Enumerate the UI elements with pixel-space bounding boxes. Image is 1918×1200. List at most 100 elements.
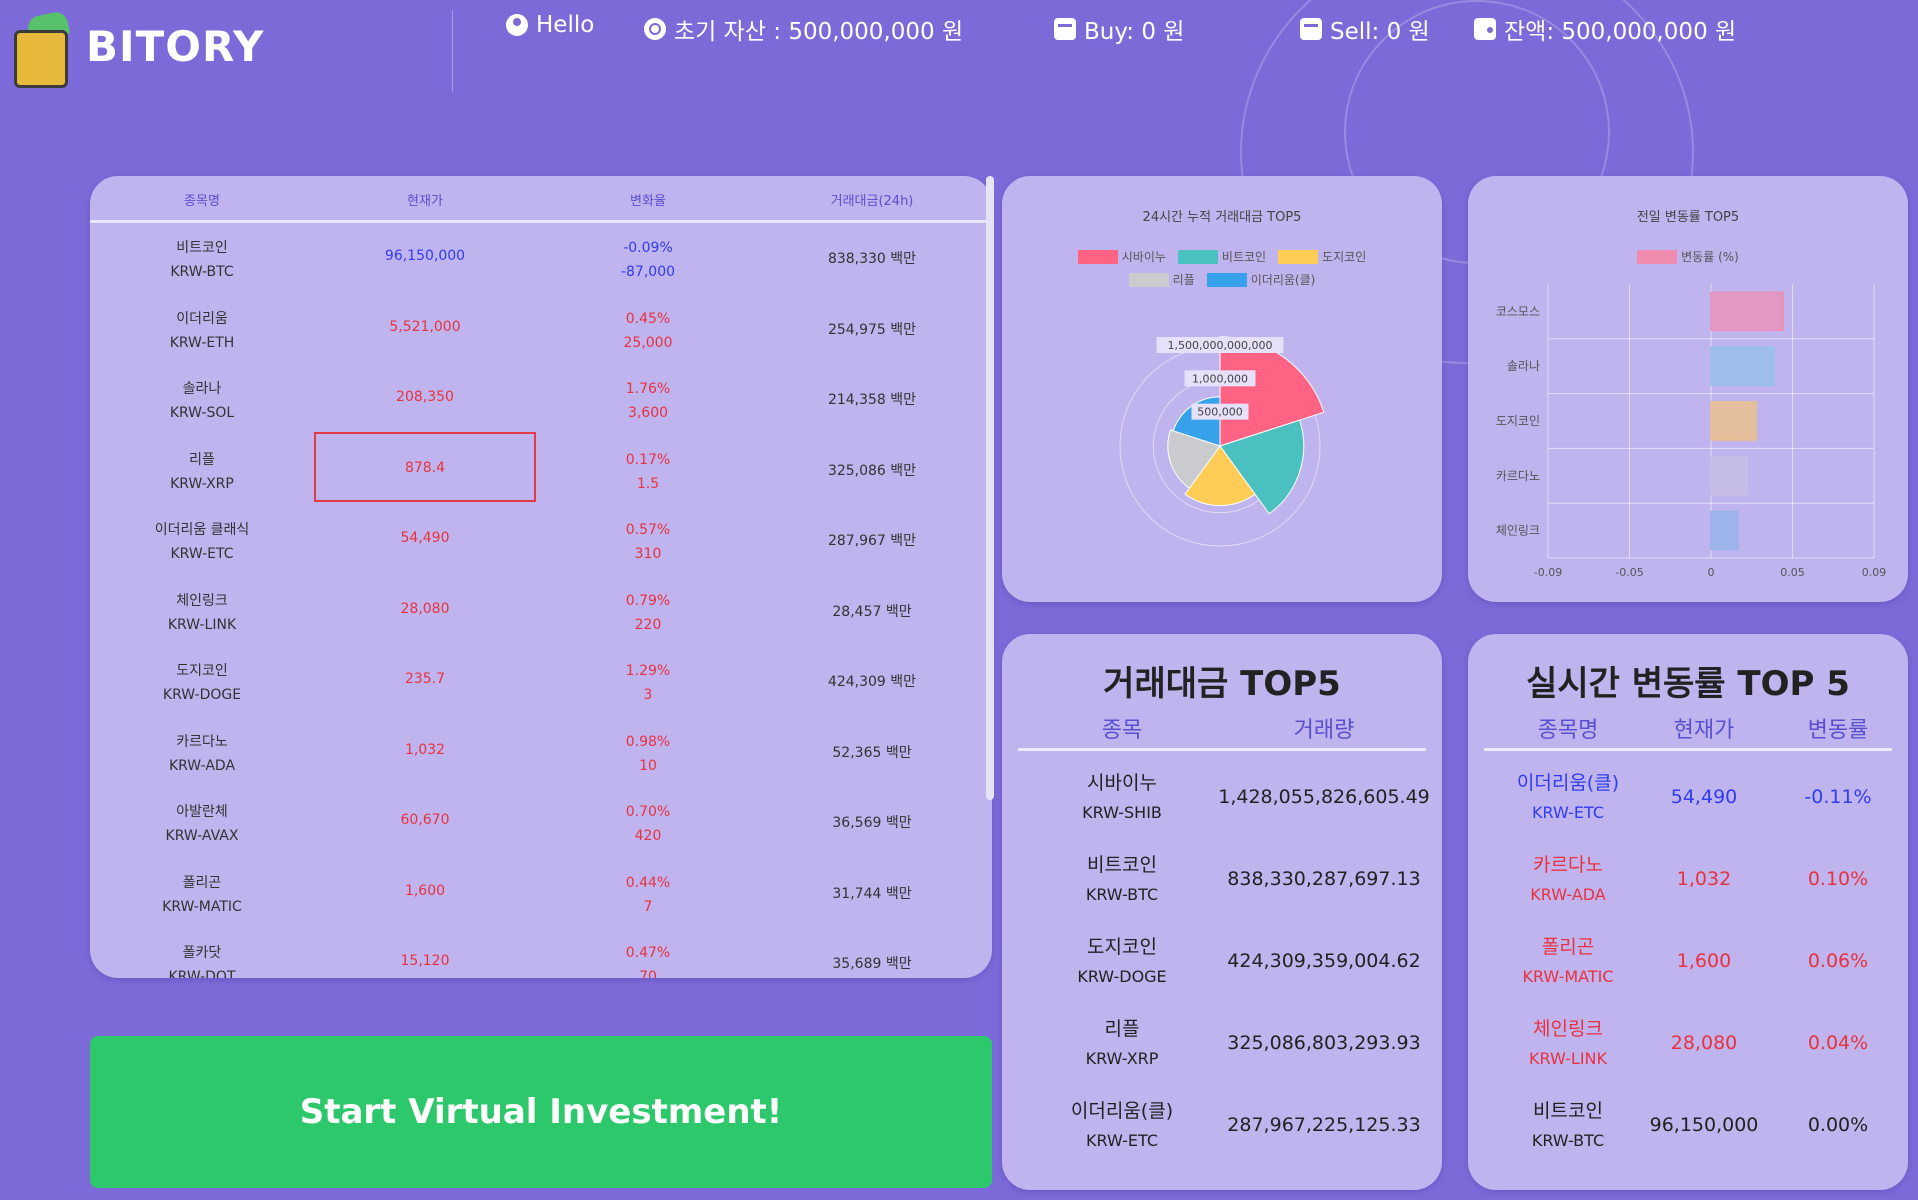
table-row[interactable]: 이더리움 KRW-ETH 5,521,000 0.45% 25,000 254,…: [90, 297, 992, 367]
y-category-label: 코스모스: [1496, 304, 1540, 318]
coin-korean-name: 폴리곤: [182, 874, 222, 891]
coin-change: -0.09% -87,000: [621, 236, 675, 284]
trade-volume: 838,330,287,697.13: [1227, 868, 1421, 890]
table-row[interactable]: 솔라나 KRW-SOL 208,350 1.76% 3,600 214,358 …: [90, 367, 992, 437]
coin-volume: 52,365 백만: [832, 744, 912, 761]
coin-code: KRW-LINK: [1529, 1049, 1607, 1068]
coin-code: KRW-DOT: [168, 969, 236, 978]
list-item[interactable]: 리플 KRW-XRP 325,086,803,293.93: [1018, 1004, 1426, 1086]
top-change-header: 종목명 현재가 변동률: [1484, 712, 1892, 751]
change-rate: -0.11%: [1804, 786, 1872, 808]
coin-code: KRW-ETC: [170, 546, 234, 562]
user-greeting: Hello: [506, 12, 594, 38]
list-item[interactable]: 이더리움(클) KRW-ETC 287,967,225,125.33: [1018, 1086, 1426, 1168]
sell-total: Sell: 0 원: [1300, 12, 1430, 46]
change-diff: 25,000: [623, 334, 673, 351]
coin-korean-name: 체인링크: [176, 592, 228, 609]
coin-change: 0.17% 1.5: [626, 448, 670, 496]
change-rate: 0.04%: [1807, 1032, 1869, 1054]
change-diff: 70: [639, 969, 657, 978]
change-diff: 220: [634, 616, 662, 633]
hello-text: Hello: [536, 12, 595, 38]
coin-korean-name: 리플: [189, 451, 215, 468]
col-price[interactable]: 현재가: [407, 190, 443, 209]
table-row[interactable]: 폴리곤 KRW-MATIC 1,600 0.44% 7 31,744 백만: [90, 861, 992, 931]
list-item[interactable]: 도지코인 KRW-DOGE 424,309,359,004.62: [1018, 922, 1426, 1004]
change-diff: 1.5: [636, 475, 660, 492]
coin-name: 체인링크 KRW-LINK: [1529, 1012, 1607, 1072]
col-name[interactable]: 종목명: [184, 190, 220, 209]
bar-chart: -0.09 -0.05 0 0.05 0.09 코스모스솔라나도지코인카르다노체인링크: [1496, 284, 1886, 579]
table-row[interactable]: 이더리움 클래식 KRW-ETC 54,490 0.57% 310 287,96…: [90, 508, 992, 578]
list-item[interactable]: 시바이누 KRW-SHIB 1,428,055,826,605.49: [1018, 758, 1430, 840]
table-row[interactable]: 리플 KRW-XRP 878.4 0.17% 1.5 325,086 백만: [90, 438, 992, 508]
coin-volume: 214,358 백만: [827, 392, 917, 408]
balance: 잔액: 500,000,000 원: [1474, 12, 1736, 46]
coin-code: KRW-ETC: [1531, 803, 1605, 822]
coin-korean-name: 비트코인: [1533, 1100, 1603, 1122]
change-diff: 10: [639, 757, 657, 774]
list-item[interactable]: 체인링크 KRW-LINK 28,080 0.04%: [1484, 1004, 1892, 1086]
change-rate: 1.76%: [625, 381, 671, 397]
market-table[interactable]: 종목명 현재가 변화율 거래대금(24h) 비트코인 KRW-BTC 96,15…: [90, 176, 992, 978]
coin-volume: 287,967 백만: [827, 533, 917, 549]
list-item[interactable]: 이더리움(클) KRW-ETC 54,490 -0.11%: [1484, 758, 1892, 840]
coin-korean-name: 리플: [1104, 1018, 1140, 1040]
table-row[interactable]: 체인링크 KRW-LINK 28,080 0.79% 220 28,457 백만: [90, 579, 992, 649]
table-row[interactable]: 카르다노 KRW-ADA 1,032 0.98% 10 52,365 백만: [90, 720, 992, 790]
table-row[interactable]: 도지코인 KRW-DOGE 235.7 1.29% 3 424,309 백만: [90, 649, 992, 719]
list-item[interactable]: 비트코인 KRW-BTC 96,150,000 0.00%: [1484, 1086, 1892, 1168]
coin-name: 비트코인 KRW-BTC: [122, 236, 282, 284]
coin-volume: 35,689 백만: [832, 956, 912, 972]
coin-change: 1.29% 3: [626, 659, 670, 707]
x-tick-label: 0: [1708, 566, 1715, 579]
user-icon: [506, 14, 528, 36]
change-rate: -0.09%: [623, 240, 673, 256]
y-category-label: 카르다노: [1496, 469, 1540, 483]
bar: [1710, 456, 1748, 496]
bar: [1710, 510, 1739, 551]
table-row[interactable]: 아발란체 KRW-AVAX 60,670 0.70% 420 36,569 백만: [90, 790, 992, 860]
coin-price: 235.7: [404, 671, 446, 687]
coin-code: KRW-ETC: [1085, 1131, 1159, 1150]
coin-name: 이더리움(클) KRW-ETC: [1071, 1094, 1173, 1154]
change-rate: 0.47%: [625, 945, 671, 961]
coin-code: KRW-BTC: [170, 264, 234, 280]
col-change[interactable]: 변화율: [630, 190, 666, 209]
market-scrollbar[interactable]: [986, 176, 994, 800]
polar-chart: 500,000 1,000,000 1,500,000,000,000: [1119, 336, 1325, 547]
coin-korean-name: 비트코인: [176, 240, 228, 256]
change-diff: 420: [634, 828, 662, 844]
coin-change: 0.70% 420: [626, 800, 670, 848]
x-tick-label: -0.09: [1534, 566, 1562, 579]
trade-volume: 325,086,803,293.93: [1227, 1032, 1421, 1054]
list-item[interactable]: 폴리곤 KRW-MATIC 1,600 0.06%: [1484, 922, 1892, 1004]
list-item[interactable]: 카르다노 KRW-ADA 1,032 0.10%: [1484, 840, 1892, 922]
col-volume[interactable]: 거래대금(24h): [831, 190, 914, 209]
coin-change: 1.76% 3,600: [626, 377, 670, 425]
table-row[interactable]: 비트코인 KRW-BTC 96,150,000 -0.09% -87,000 8…: [90, 226, 992, 296]
trade-volume: 424,309,359,004.62: [1227, 950, 1421, 972]
coin-volume: 36,569 백만: [832, 815, 912, 831]
coin-korean-name: 이더리움(클): [1516, 772, 1620, 794]
coin-volume: 325,086 백만: [827, 462, 917, 479]
coin-korean-name: 솔라나: [182, 381, 222, 397]
coin-name: 카르다노 KRW-ADA: [1530, 848, 1605, 908]
change-rate: 0.45%: [625, 310, 671, 327]
table-row[interactable]: 폴카닷 KRW-DOT 15,120 0.47% 70 35,689 백만: [90, 931, 992, 978]
list-item[interactable]: 비트코인 KRW-BTC 838,330,287,697.13: [1018, 840, 1426, 922]
buy-icon: [1054, 18, 1076, 40]
start-investment-button[interactable]: Start Virtual Investment!: [90, 1036, 992, 1188]
change-rate: 0.44%: [625, 874, 671, 891]
change-rate: 0.70%: [625, 804, 671, 820]
coin-volume: 424,309 백만: [827, 674, 917, 690]
coin-name: 리플 KRW-XRP: [122, 448, 282, 496]
coin-name: 비트코인 KRW-BTC: [1532, 1094, 1604, 1154]
sell-icon: [1300, 18, 1322, 40]
coin-korean-name: 이더리움: [176, 310, 228, 327]
coin-name: 체인링크 KRW-LINK: [122, 589, 282, 637]
top-change-table: 실시간 변동률 TOP 5 종목명 현재가 변동률 이더리움(클) KRW-ET…: [1468, 634, 1908, 1190]
brand-name[interactable]: BITORY: [86, 22, 264, 71]
balance-text: 잔액: 500,000,000 원: [1504, 19, 1737, 45]
wallet-logo-icon[interactable]: [12, 10, 72, 90]
